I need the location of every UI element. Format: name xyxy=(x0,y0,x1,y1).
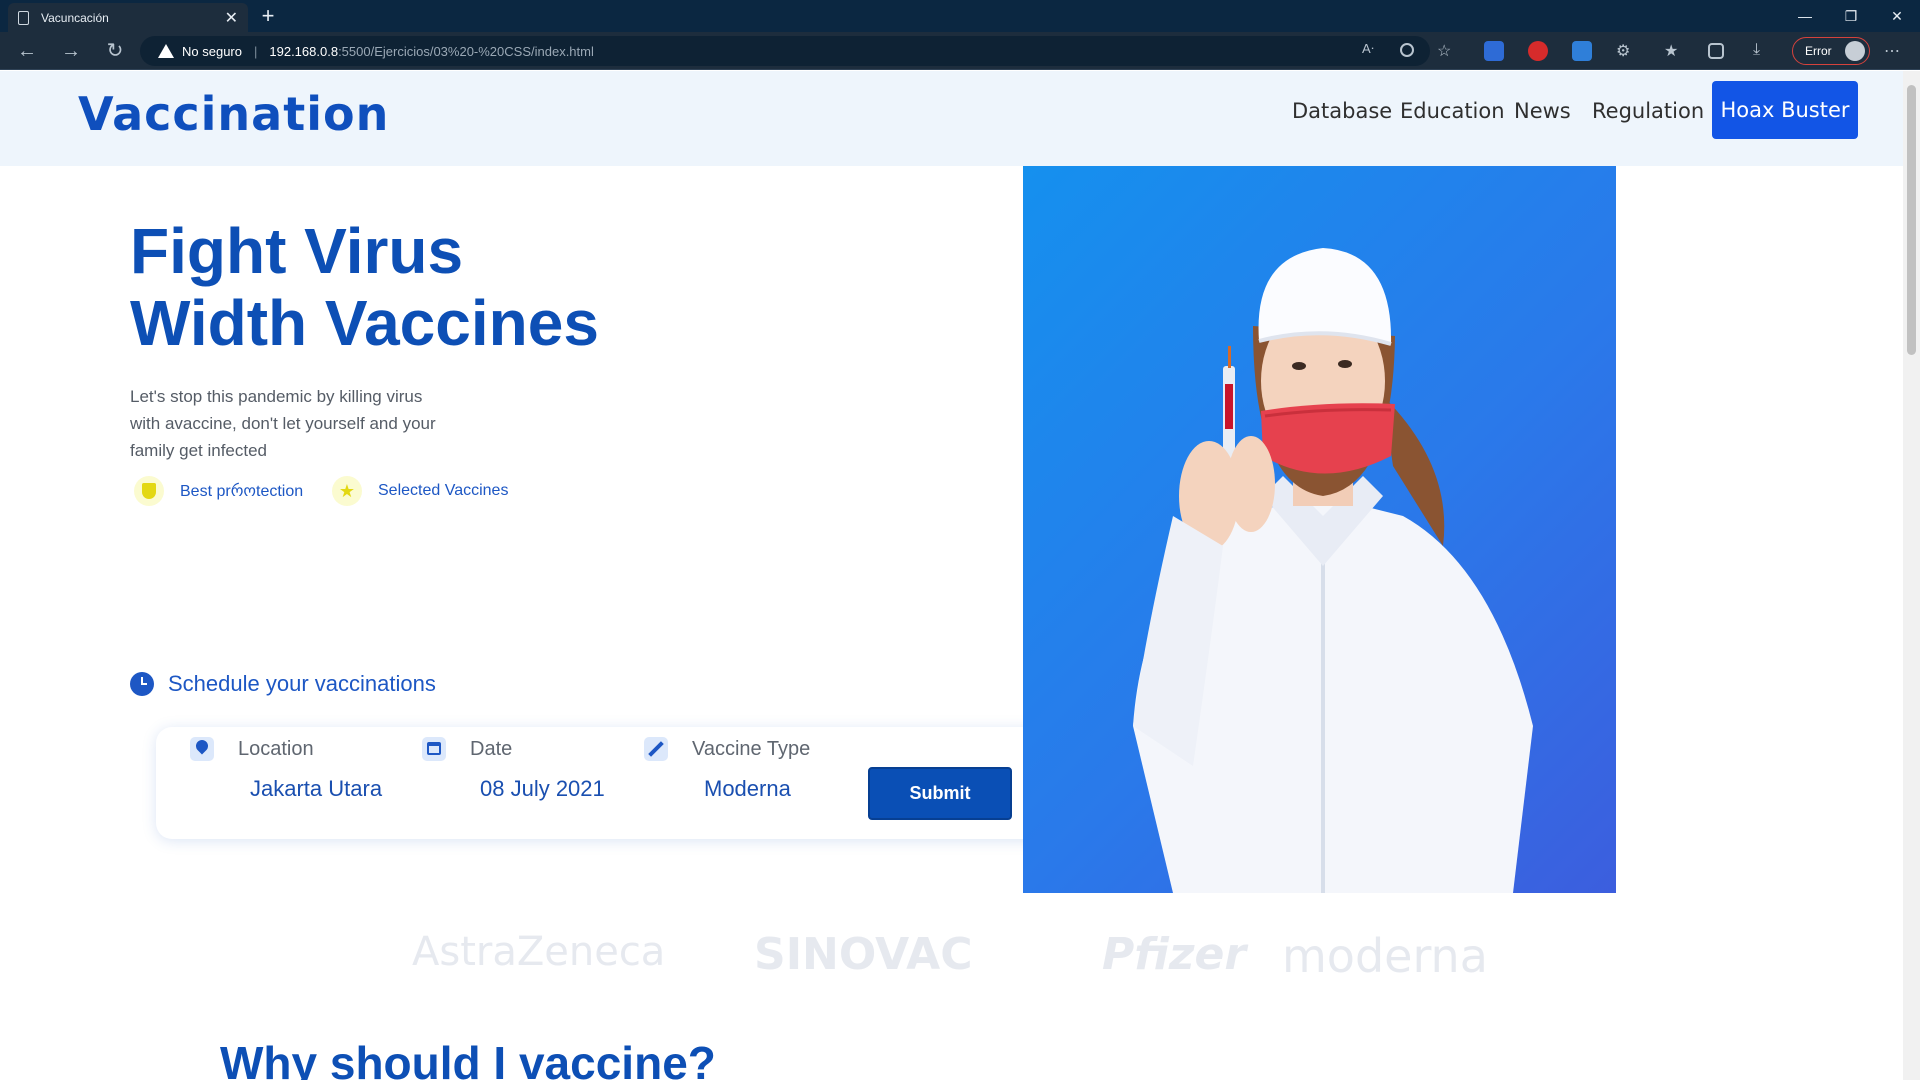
nav-link-news[interactable]: News xyxy=(1514,99,1571,123)
hero-description-line: Let's stop this pandemic by killing viru… xyxy=(130,387,423,406)
calendar-icon xyxy=(422,737,446,761)
back-icon[interactable]: ← xyxy=(12,37,42,65)
schedule-form: Location Jakarta Utara Date 08 July 2021… xyxy=(156,727,1056,839)
star-icon: ★ xyxy=(332,476,362,506)
field-label: Date xyxy=(470,737,513,760)
collections-icon[interactable] xyxy=(1708,43,1724,59)
hero-title: Fight Virus Width Vaccines xyxy=(130,215,599,359)
browser-tab[interactable]: Vacuncación ✕ xyxy=(8,3,248,32)
why-vaccine-heading: Why should I vaccine? xyxy=(220,1037,716,1080)
date-value[interactable]: 08 July 2021 xyxy=(480,776,605,802)
favorites-icon[interactable]: ★ xyxy=(1664,41,1684,61)
favorite-add-icon[interactable]: ☆ xyxy=(1437,41,1457,61)
restore-button[interactable]: ❐ xyxy=(1828,0,1874,32)
feature-best-protection: Best prროtection xyxy=(134,476,303,506)
warning-icon xyxy=(158,44,174,58)
date-field[interactable]: Date 08 July 2021 xyxy=(422,737,605,802)
hero-description: Let's stop this pandemic by killing viru… xyxy=(130,383,480,464)
more-icon[interactable]: ⋯ xyxy=(1884,41,1904,61)
nurse-illustration xyxy=(1133,248,1533,893)
extensions-icon[interactable]: ⚙ xyxy=(1616,41,1636,61)
extension-icon[interactable] xyxy=(1528,41,1548,61)
schedule-heading: Schedule your vaccinations xyxy=(130,671,436,697)
download-icon[interactable]: ⤓ xyxy=(1753,41,1773,61)
nav-link-regulation[interactable]: Regulation xyxy=(1592,99,1704,123)
vaccine-type-value[interactable]: Moderna xyxy=(704,776,810,802)
url-host: 192.168.0.8 xyxy=(269,43,339,59)
browser-tab-strip: Vacuncación ✕ + — ❐ ✕ xyxy=(0,0,1920,32)
translate-icon[interactable] xyxy=(1484,41,1504,61)
forward-icon[interactable]: → xyxy=(56,37,86,65)
profile-button[interactable]: Error xyxy=(1792,37,1870,65)
location-field[interactable]: Location Jakarta Utara xyxy=(190,737,382,802)
hero-image xyxy=(1023,166,1616,893)
page-icon xyxy=(18,10,29,25)
url-path: :5500/Ejercicios/03%20-%20CSS/index.html xyxy=(338,43,594,59)
feature-label: Best prროtection xyxy=(180,483,304,500)
logo-sinovac: SINOVAC xyxy=(754,929,973,980)
hero-title-line: Fight Virus xyxy=(130,215,464,287)
logo-astrazeneca: AstraZeneca xyxy=(412,929,666,975)
field-label: Vaccine Type xyxy=(692,737,811,760)
url-separator: | xyxy=(253,43,258,59)
site-navbar: Vaccination Database Education News Regu… xyxy=(0,71,1903,166)
zoom-icon[interactable] xyxy=(1400,43,1414,57)
schedule-heading-text: Schedule your vaccinations xyxy=(168,671,436,696)
shield-icon xyxy=(134,476,164,506)
brand-logo[interactable]: Vaccination xyxy=(78,87,389,141)
minimize-button[interactable]: — xyxy=(1782,0,1828,32)
web-page: Vaccination Database Education News Regu… xyxy=(0,71,1903,1080)
hero-title-line: Width Vaccines xyxy=(130,287,599,359)
nav-link-education[interactable]: Education xyxy=(1400,99,1505,123)
address-toolbar: ← → ↻ No seguro | 192.168.0.8 :5500/Ejer… xyxy=(0,32,1920,70)
clock-icon xyxy=(130,672,154,696)
logo-moderna: moderna xyxy=(1282,929,1488,983)
close-tab-icon[interactable]: ✕ xyxy=(225,8,238,28)
refresh-icon[interactable]: ↻ xyxy=(100,37,130,65)
read-aloud-icon[interactable]: Aᐧ xyxy=(1362,41,1382,61)
new-tab-button[interactable]: + xyxy=(254,2,282,30)
vaccine-type-field[interactable]: Vaccine Type Moderna xyxy=(644,737,810,802)
avatar xyxy=(1845,41,1865,61)
field-label: Location xyxy=(238,737,314,760)
hero-description-line: with avaccine, don't let yourself and yo… xyxy=(130,414,436,433)
location-pin-icon xyxy=(190,737,214,761)
hoax-buster-button[interactable]: Hoax Buster xyxy=(1712,81,1858,139)
tab-title: Vacuncación xyxy=(41,10,109,25)
location-value[interactable]: Jakarta Utara xyxy=(250,776,382,802)
pencil-icon xyxy=(644,737,668,761)
profile-label: Error xyxy=(1805,44,1832,58)
security-label[interactable]: No seguro xyxy=(182,44,242,59)
page-scrollbar[interactable] xyxy=(1903,71,1920,1080)
feature-label: Selected Vaccines xyxy=(378,482,509,499)
nav-link-database[interactable]: Database xyxy=(1292,99,1392,123)
feature-selected-vaccines: ★ Selected Vaccines xyxy=(332,476,508,506)
logo-pfizer: Pfizer xyxy=(1102,929,1247,980)
address-bar[interactable]: No seguro | 192.168.0.8 :5500/Ejercicios… xyxy=(140,36,1430,66)
extension-badge-icon[interactable] xyxy=(1572,41,1592,61)
hero-description-line: family get infected xyxy=(130,441,268,460)
scrollbar-thumb[interactable] xyxy=(1907,85,1916,355)
close-window-button[interactable]: ✕ xyxy=(1874,0,1920,32)
submit-button[interactable]: Submit xyxy=(868,767,1012,820)
